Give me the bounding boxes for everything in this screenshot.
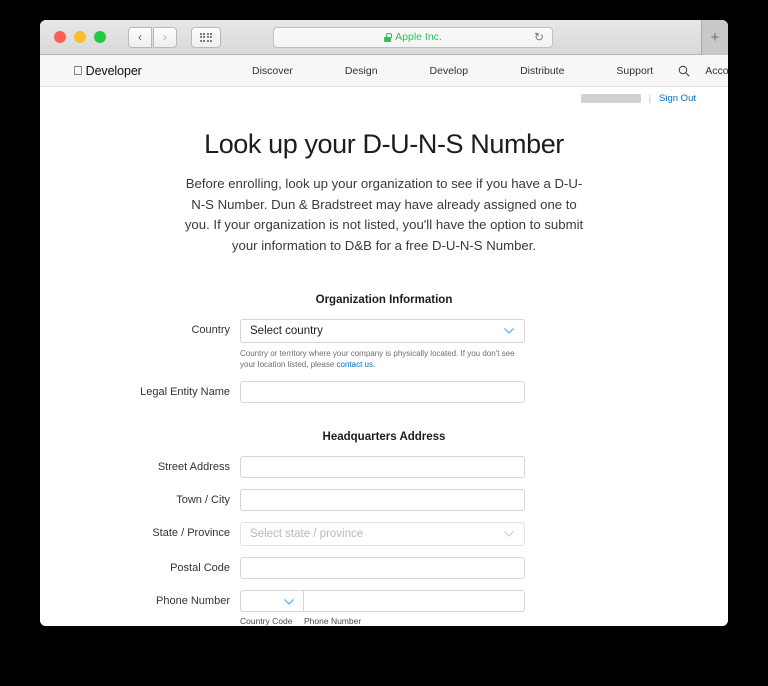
apple-logo-icon:  <box>73 64 83 77</box>
field-town-city <box>240 489 525 511</box>
nav-links: Discover Design Develop Distribute Suppo… <box>226 65 728 77</box>
page-intro-text: Before enrolling, look up your organizat… <box>184 176 584 253</box>
form-row-country: Country Select country Country or territ… <box>40 319 728 370</box>
field-state-province: Select state / province <box>240 522 525 546</box>
account-divider: | <box>648 93 652 104</box>
phone-number-input[interactable] <box>304 590 525 612</box>
grid-icon[interactable] <box>191 26 221 48</box>
country-help-text: Country or territory where your company … <box>240 348 525 370</box>
legal-entity-name-input[interactable] <box>240 381 525 403</box>
address-bar[interactable]: Apple Inc. ↻ <box>273 26 553 48</box>
state-province-select[interactable]: Select state / province <box>240 522 525 546</box>
street-address-input[interactable] <box>240 456 525 478</box>
country-select-value: Select country <box>250 325 323 337</box>
new-tab-button[interactable]: + <box>701 20 728 55</box>
nav-item-support[interactable]: Support <box>590 65 679 77</box>
label-country: Country <box>191 324 230 336</box>
form-row-state-province: State / Province Select state / province <box>40 522 728 546</box>
label-phone-number: Phone Number <box>156 595 230 607</box>
country-select[interactable]: Select country <box>240 319 525 343</box>
close-window-button[interactable] <box>54 31 66 43</box>
grid-dots <box>199 32 213 42</box>
state-province-select-value: Select state / province <box>250 528 364 540</box>
label-state-province: State / Province <box>152 527 230 539</box>
chevron-down-icon <box>284 599 294 605</box>
browser-window: ‹ › Apple Inc. ↻ +  Developer Discover … <box>40 20 728 626</box>
field-phone-number: Country Code Phone Number <box>240 590 525 626</box>
country-help-text-after: . <box>372 360 376 369</box>
site-navigation-bar:  Developer Discover Design Develop Dist… <box>40 55 728 87</box>
field-country: Select country Country or territory wher… <box>240 319 525 370</box>
field-street-address <box>240 456 525 478</box>
contact-us-link[interactable]: contact us <box>337 360 373 369</box>
reload-icon[interactable]: ↻ <box>534 30 544 44</box>
nav-item-discover[interactable]: Discover <box>226 65 319 77</box>
form-row-postal-code: Postal Code <box>40 557 728 579</box>
duns-lookup-form: Organization Information Country Select … <box>40 294 728 626</box>
section-heading-organization: Organization Information <box>315 294 453 306</box>
sub-label-phone-number: Phone Number <box>304 616 362 626</box>
page-content: Look up your D-U-N-S Number Before enrol… <box>40 111 728 626</box>
form-row-phone-number: Phone Number Country Code Phone Number <box>40 590 728 626</box>
sub-label-country-code: Country Code <box>240 616 293 626</box>
form-row-town-city: Town / City <box>40 489 728 511</box>
label-street-address: Street Address <box>157 461 230 473</box>
brand-name: Developer <box>76 63 142 78</box>
back-button[interactable]: ‹ <box>128 26 152 48</box>
nav-item-design[interactable]: Design <box>319 65 404 77</box>
account-info: redacted | Sign Out <box>580 93 696 104</box>
chevron-down-icon <box>504 328 514 334</box>
account-bar: redacted | Sign Out <box>40 87 728 111</box>
nav-item-distribute[interactable]: Distribute <box>494 65 590 77</box>
field-legal-entity-name <box>240 381 525 403</box>
brand-logo[interactable]:  Developer <box>73 64 142 78</box>
green-lock-icon <box>384 32 392 42</box>
browser-toolbar: ‹ › Apple Inc. ↻ + <box>40 20 728 55</box>
form-row-legal-entity-name: Legal Entity Name <box>40 381 728 403</box>
minimize-window-button[interactable] <box>74 31 86 43</box>
label-legal-entity-name: Legal Entity Name <box>140 386 230 398</box>
phone-sub-labels: Country Code Phone Number <box>240 616 525 626</box>
forward-button[interactable]: › <box>153 26 177 48</box>
address-bar-text: Apple Inc. <box>395 31 442 43</box>
town-city-input[interactable] <box>240 489 525 511</box>
label-town-city: Town / City <box>176 494 230 506</box>
label-postal-code: Postal Code <box>170 562 230 574</box>
username-redacted: redacted <box>580 94 641 103</box>
postal-code-input[interactable] <box>240 557 525 579</box>
phone-country-code-select[interactable] <box>240 590 304 612</box>
field-postal-code <box>240 557 525 579</box>
chevron-down-icon <box>504 531 514 537</box>
country-help-text-before: Country or territory where your company … <box>240 349 515 369</box>
sign-out-link[interactable]: Sign Out <box>659 93 696 104</box>
phone-input-group <box>240 590 525 612</box>
form-row-street-address: Street Address <box>40 456 728 478</box>
page-title: Look up your D-U-N-S Number <box>204 129 564 159</box>
window-controls <box>54 31 106 43</box>
nav-item-develop[interactable]: Develop <box>404 65 495 77</box>
maximize-window-button[interactable] <box>94 31 106 43</box>
section-heading-headquarters: Headquarters Address <box>322 431 446 443</box>
search-icon[interactable] <box>678 65 690 77</box>
navigation-buttons: ‹ › <box>128 26 177 48</box>
